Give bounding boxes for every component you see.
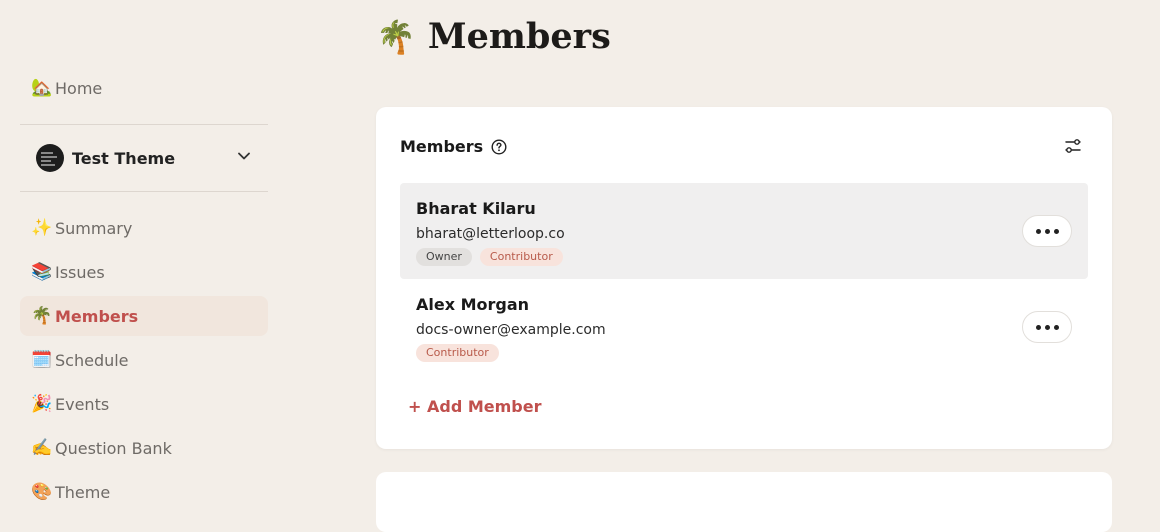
- add-member-button[interactable]: + Add Member: [408, 397, 541, 416]
- sidebar-item-label: Events: [55, 394, 110, 414]
- palette-icon: 🎨: [31, 482, 53, 502]
- calendar-icon: 🗓️: [31, 350, 53, 370]
- role-badge-contributor: Contributor: [416, 344, 499, 362]
- writing-hand-icon: ✍️: [31, 438, 53, 458]
- member-email: docs-owner@example.com: [416, 322, 606, 338]
- page-title: 🌴 Members: [376, 16, 611, 57]
- sidebar-item-events[interactable]: 🎉 Events: [20, 384, 268, 424]
- sparkles-icon: ✨: [31, 218, 53, 238]
- member-roles: Contributor: [416, 344, 499, 362]
- page-title-text: Members: [427, 16, 611, 57]
- member-name: Bharat Kilaru: [416, 199, 536, 218]
- sidebar-item-label: Question Bank: [55, 438, 172, 458]
- member-email: bharat@letterloop.co: [416, 226, 565, 242]
- more-options-button[interactable]: [1022, 215, 1072, 247]
- sidebar: 🏡 Home Test Theme ✨ Summary 📚 Issues 🌴 M…: [20, 0, 268, 502]
- member-row[interactable]: Bharat Kilaru bharat@letterloop.co Owner…: [400, 183, 1088, 279]
- sidebar-item-home[interactable]: 🏡 Home: [20, 68, 268, 108]
- sidebar-divider: [20, 124, 268, 125]
- sidebar-item-label: Theme: [55, 482, 111, 502]
- member-row[interactable]: Alex Morgan docs-owner@example.com Contr…: [400, 279, 1088, 375]
- sidebar-item-label: Summary: [55, 218, 133, 238]
- sidebar-item-schedule[interactable]: 🗓️ Schedule: [20, 340, 268, 380]
- secondary-card: [376, 472, 1112, 532]
- sidebar-item-label: Home: [55, 78, 103, 98]
- members-card-title: Members: [400, 137, 484, 156]
- theme-avatar: [36, 144, 64, 172]
- chevron-down-icon: [238, 152, 250, 160]
- help-icon[interactable]: [491, 138, 507, 155]
- sidebar-item-issues[interactable]: 📚 Issues: [20, 252, 268, 292]
- palm-tree-icon: 🌴: [376, 17, 416, 56]
- role-badge-owner: Owner: [416, 248, 472, 266]
- role-badge-contributor: Contributor: [479, 248, 563, 266]
- member-roles: Owner Contributor: [416, 248, 563, 266]
- sidebar-item-label: Members: [55, 306, 139, 326]
- sidebar-item-question-bank[interactable]: ✍️ Question Bank: [20, 428, 268, 468]
- members-card: Members Bharat Kilaru bharat@letterloop.…: [376, 107, 1112, 449]
- palm-tree-icon: 🌴: [31, 306, 53, 326]
- house-icon: 🏡: [31, 78, 53, 98]
- sidebar-item-members[interactable]: 🌴 Members: [20, 296, 268, 336]
- members-card-header: Members: [400, 137, 507, 156]
- sidebar-item-theme[interactable]: 🎨 Theme: [20, 472, 268, 512]
- sidebar-item-summary[interactable]: ✨ Summary: [20, 208, 268, 248]
- books-icon: 📚: [31, 262, 53, 282]
- theme-selector[interactable]: Test Theme: [20, 136, 268, 180]
- theme-selector-label: Test Theme: [72, 148, 176, 168]
- sidebar-divider: [20, 191, 268, 192]
- more-options-button[interactable]: [1022, 311, 1072, 343]
- sidebar-item-label: Issues: [55, 262, 105, 282]
- member-name: Alex Morgan: [416, 295, 530, 314]
- party-popper-icon: 🎉: [31, 394, 53, 414]
- filter-settings-icon[interactable]: [1064, 137, 1082, 159]
- sidebar-item-label: Schedule: [55, 350, 129, 370]
